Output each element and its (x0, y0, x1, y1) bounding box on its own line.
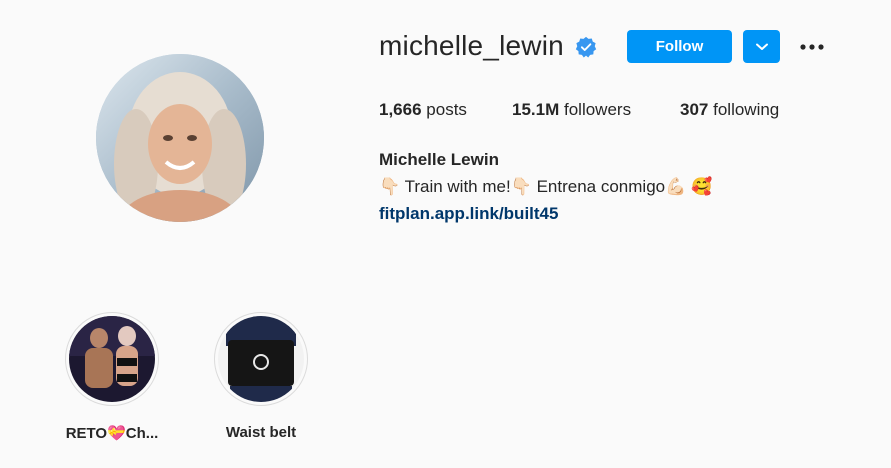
posts-count-label: posts (426, 100, 467, 119)
verified-badge-icon (575, 36, 597, 58)
posts-count: 1,666 posts (379, 100, 512, 120)
profile-full-name: Michelle Lewin (379, 150, 499, 169)
follow-button[interactable]: Follow (627, 30, 732, 63)
suggested-accounts-button[interactable] (743, 30, 780, 63)
highlight-label: Waist belt (225, 424, 297, 441)
highlight-ring (214, 312, 308, 406)
followers-link[interactable]: 15.1M followers (512, 100, 680, 120)
following-count-label: following (713, 100, 780, 119)
profile-bio: 👇🏻 Train with me!👇🏻 Entrena conmigo💪🏻 🥰 (379, 177, 713, 196)
profile-avatar[interactable] (96, 54, 264, 222)
profile-external-link[interactable]: fitplan.app.link/built45 (379, 204, 558, 224)
profile-stats: 1,666 posts 15.1M followers 307 followin… (379, 100, 779, 120)
followers-count-label: followers (563, 100, 632, 119)
more-options-button[interactable] (796, 34, 828, 60)
highlight-ring (65, 312, 159, 406)
highlight-cover-image (69, 316, 155, 402)
story-highlight[interactable]: Waist belt (213, 312, 309, 441)
avatar-photo (96, 54, 264, 222)
following-link[interactable]: 307 following (680, 100, 779, 120)
profile-username: michelle_lewin (379, 30, 564, 61)
posts-count-value: 1,666 (379, 100, 422, 119)
followers-count-value: 15.1M (512, 100, 560, 119)
chevron-down-icon (755, 43, 768, 50)
highlight-cover-image (218, 316, 304, 402)
story-highlight[interactable]: RETO💝Ch... (64, 312, 160, 442)
following-count-value: 307 (680, 100, 709, 119)
highlight-label: RETO💝Ch... (65, 425, 159, 442)
more-horizontal-icon (800, 44, 824, 50)
